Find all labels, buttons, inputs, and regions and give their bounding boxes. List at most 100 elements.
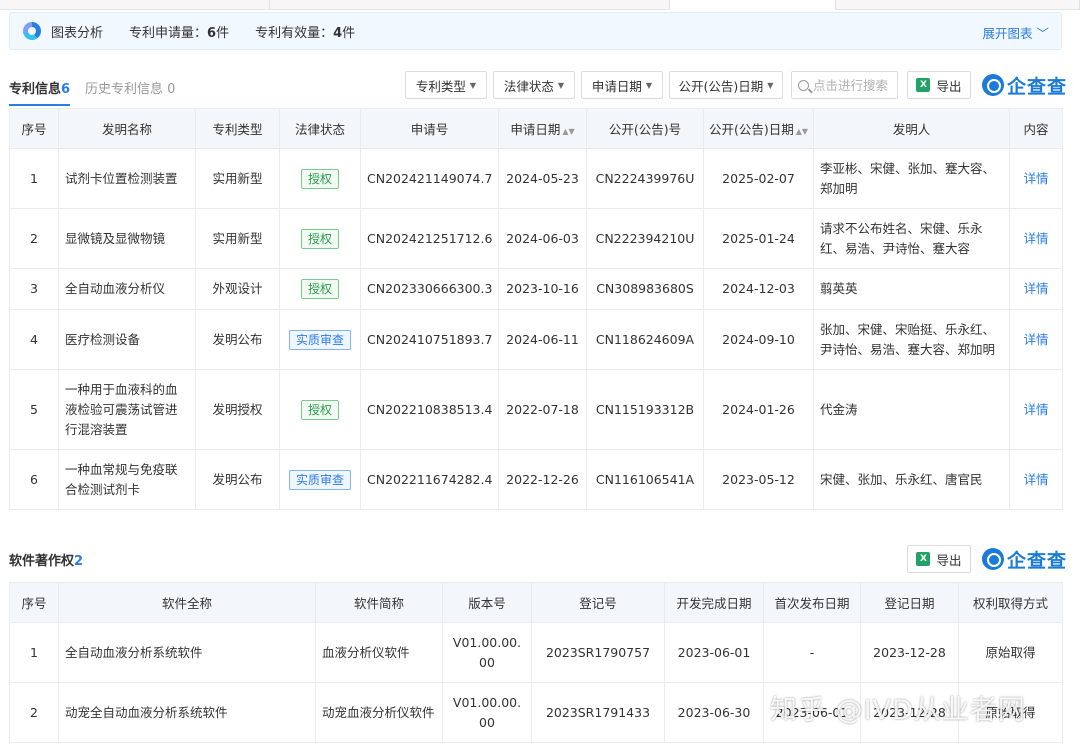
col-header: 发明人 (813, 108, 1010, 149)
detail-link[interactable]: 详情 (1009, 309, 1063, 370)
zhihu-watermark: 知乎 @IVD从业者网 (770, 695, 1026, 726)
inventors: 请求不公布姓名、宋健、乐永红、易浩、尹诗怡、蹇大容 (813, 208, 1010, 269)
software-export-button[interactable]: X 导出 (907, 545, 971, 573)
col-header: 登记号 (531, 582, 665, 623)
col-header: 登记日期 (860, 582, 959, 623)
application-date: 2024-06-11 (498, 309, 587, 370)
caret-down-icon: ▼ (645, 80, 653, 90)
status-badge: 授权 (300, 168, 339, 189)
dev-complete-date: 2023-06-01 (664, 622, 764, 683)
row-number: 2 (9, 208, 59, 269)
caret-down-icon: ▼ (557, 80, 565, 90)
invention-name: 一种用于血液科的血液检验可震荡试管进行混溶装置 (58, 369, 196, 450)
col-header: 版本号 (442, 582, 532, 623)
application-date: 2023-10-16 (498, 268, 587, 310)
row-number: 1 (9, 622, 59, 683)
col-header-sortable[interactable]: 公开(公告)日期 ▲▼ (703, 108, 814, 149)
expand-chart-button[interactable]: 展开图表 ﹀ (983, 23, 1049, 42)
application-date: 2024-06-03 (498, 208, 587, 269)
search-icon (798, 79, 809, 91)
excel-icon: X (916, 78, 931, 92)
registration-date: 2023-12-28 (860, 622, 959, 683)
excel-icon: X (916, 552, 931, 566)
software-short-name: 血液分析仪软件 (315, 622, 443, 683)
filter-apply-date[interactable]: 申请日期 ▼ (581, 71, 663, 99)
publication-number: CN116106541A (586, 449, 704, 510)
version-number: V01.00.00.00 (442, 622, 532, 683)
filter-legal-status[interactable]: 法律状态 ▼ (493, 71, 575, 99)
software-section-title: 软件著作权2 (9, 554, 84, 569)
patent-type: 实用新型 (195, 208, 280, 269)
patent-type: 实用新型 (195, 148, 280, 209)
table-row: 2 显微镜及显微物镜 实用新型 授权 CN202421251712.6 2024-06-0… (9, 208, 1063, 269)
version-number: V01.00.00.00 (442, 682, 532, 743)
application-number: CN202330666300.3 (360, 268, 499, 310)
registration-number: 2023SR1790757 (531, 622, 665, 683)
tab-history-patent[interactable]: 历史专利信息 0 (85, 78, 175, 97)
table-row: 4 医疗检测设备 发明公布 实质审查 CN202410751893.7 2024-06-1… (9, 309, 1063, 370)
invention-name: 显微镜及显微物镜 (58, 208, 196, 269)
status-badge: 实质审查 (288, 469, 351, 490)
inventors: 代金涛 (813, 369, 1010, 450)
table-row: 5 一种用于血液科的血液检验可震荡试管进行混溶装置 发明授权 授权 CN20221083… (9, 369, 1063, 450)
application-date: 2022-07-18 (498, 369, 587, 450)
detail-link[interactable]: 详情 (1009, 449, 1063, 510)
legal-status: 实质审查 (279, 309, 361, 370)
detail-link[interactable]: 详情 (1009, 268, 1063, 310)
col-header: 软件全称 (58, 582, 316, 623)
patent-search[interactable] (791, 71, 898, 99)
patent-type: 发明公布 (195, 449, 280, 510)
col-header-sortable[interactable]: 申请日期 ▲▼ (498, 108, 587, 149)
col-header: 发明名称 (58, 108, 196, 149)
col-header: 开发完成日期 (664, 582, 764, 623)
col-header: 法律状态 (279, 108, 361, 149)
detail-link[interactable]: 详情 (1009, 369, 1063, 450)
detail-link[interactable]: 详情 (1009, 208, 1063, 269)
table-row: 1 试剂卡位置检测装置 实用新型 授权 CN202421149074.7 2024-05-… (9, 148, 1063, 209)
col-header: 软件简称 (315, 582, 443, 623)
chart-analysis-icon (23, 22, 41, 40)
legal-status: 授权 (279, 148, 361, 209)
search-input[interactable] (813, 77, 897, 93)
row-number: 4 (9, 309, 59, 370)
row-number: 6 (9, 449, 59, 510)
publication-date: 2025-02-07 (703, 148, 814, 209)
filter-patent-type[interactable]: 专利类型 ▼ (405, 71, 487, 99)
legal-status: 授权 (279, 208, 361, 269)
invention-name: 一种血常规与免疫联合检测试剂卡 (58, 449, 196, 510)
caret-down-icon: ▼ (469, 80, 477, 90)
tab-patent-info[interactable]: 专利信息6 (9, 78, 71, 106)
patent-type: 发明公布 (195, 309, 280, 370)
application-number: CN202421149074.7 (360, 148, 499, 209)
publication-number: CN118624609A (586, 309, 704, 370)
application-number: CN202410751893.7 (360, 309, 499, 370)
chart-summary-bar: 图表分析 专利申请量：6件 专利有效量：4件 展开图表 ﹀ (9, 12, 1062, 50)
col-header: 公开(公告)号 (586, 108, 704, 149)
sort-icon: ▲▼ (562, 127, 575, 136)
col-header: 权利取得方式 (958, 582, 1063, 623)
col-header: 序号 (9, 108, 59, 149)
application-number: CN202421251712.6 (360, 208, 499, 269)
application-date: 2024-05-23 (498, 148, 587, 209)
status-badge: 授权 (300, 279, 339, 299)
publication-date: 2024-01-26 (703, 369, 814, 450)
application-date: 2022-12-26 (498, 449, 587, 510)
export-button[interactable]: X 导出 (907, 71, 971, 99)
filter-pub-date[interactable]: 公开(公告)日期 ▼ (669, 71, 783, 99)
publication-number: CN222439976U (586, 148, 704, 209)
qichacha-logo: 企查查 (982, 71, 1067, 99)
patent-apply-count: 专利申请量：6件 (129, 25, 230, 41)
inventors: 宋健、张加、乐永红、唐官民 (813, 449, 1010, 510)
invention-name: 全自动血液分析仪 (58, 268, 196, 310)
rights-method: 原始取得 (958, 622, 1063, 683)
publication-date: 2024-09-10 (703, 309, 814, 370)
detail-link[interactable]: 详情 (1009, 148, 1063, 209)
table-row: 1 全自动血液分析系统软件 血液分析仪软件 V01.00.00.00 2023SR179… (9, 622, 1063, 683)
row-number: 2 (9, 682, 59, 743)
dev-complete-date: 2023-06-30 (664, 682, 764, 743)
col-header: 申请号 (360, 108, 499, 149)
first-publish-date: - (763, 622, 861, 683)
inventors: 张加、宋健、宋贻挺、乐永红、尹诗怡、易浩、蹇大容、郑加明 (813, 309, 1010, 370)
publication-date: 2023-05-12 (703, 449, 814, 510)
publication-number: CN222394210U (586, 208, 704, 269)
